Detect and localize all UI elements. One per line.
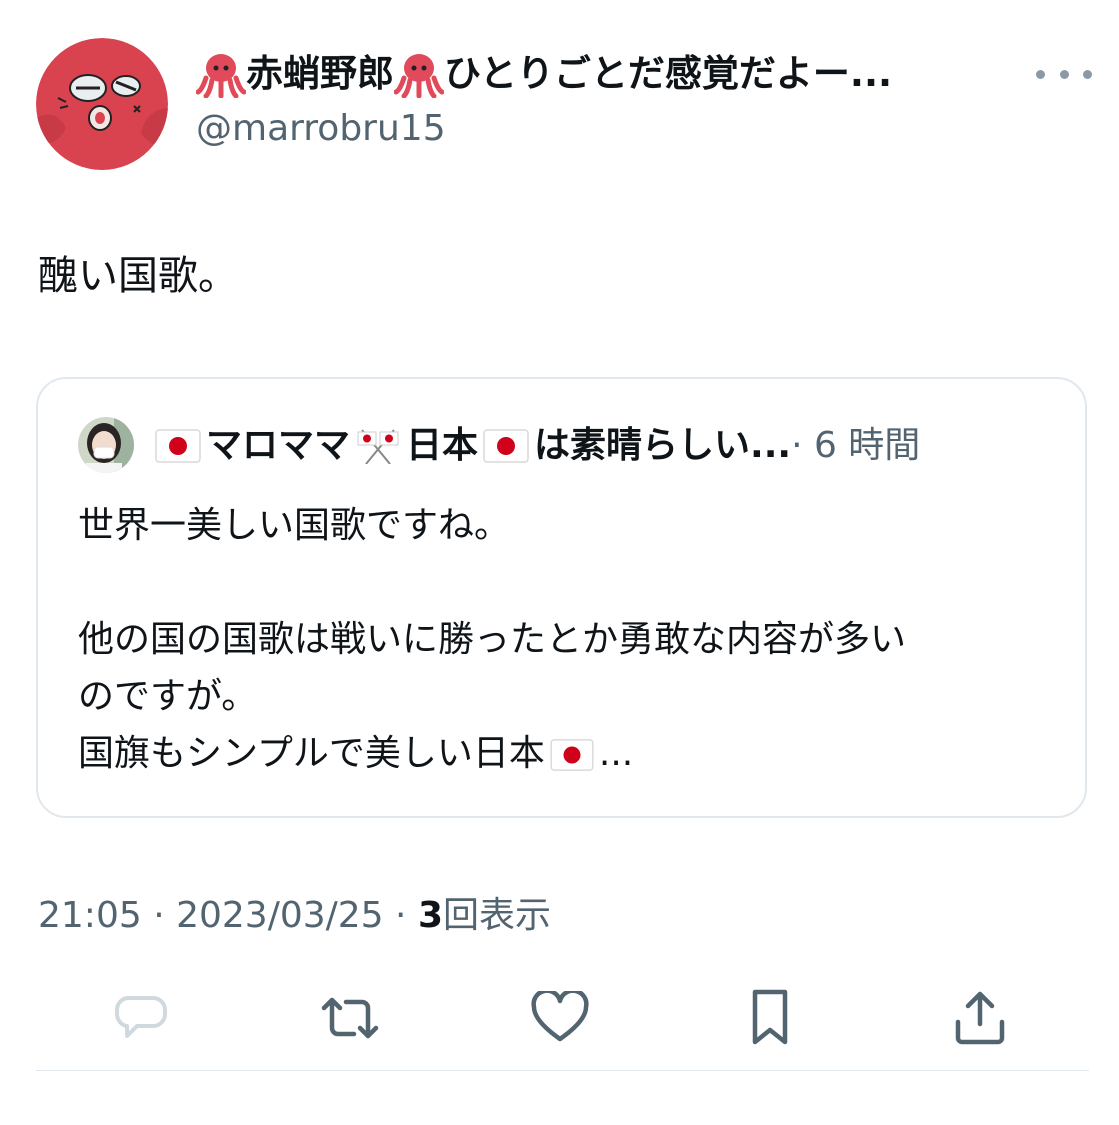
- quoted-text-line: [78, 554, 1068, 611]
- bookmark-icon: [752, 989, 788, 1045]
- japan-flag-icon: [155, 429, 201, 463]
- heart-icon: [531, 991, 589, 1042]
- person-avatar-icon: [78, 417, 134, 473]
- author-handle[interactable]: @marrobru15: [196, 106, 446, 152]
- crossed-flags-icon: [357, 429, 399, 464]
- octopus-emoji-icon: [196, 54, 246, 98]
- views-label: 回表示: [443, 895, 552, 936]
- quoted-name-part2: 日本: [406, 425, 479, 466]
- author-avatar[interactable]: [36, 38, 168, 170]
- reply-button[interactable]: [111, 988, 171, 1048]
- like-button[interactable]: [530, 988, 590, 1048]
- more-dot: [1036, 69, 1045, 79]
- retweet-icon: [321, 997, 379, 1039]
- quoted-name-part3: は素晴らしい...: [534, 425, 792, 466]
- quoted-author-name[interactable]: マロママ 日本 は素晴らしい...: [150, 423, 791, 469]
- share-button[interactable]: [950, 988, 1010, 1048]
- quoted-author-avatar[interactable]: [78, 417, 134, 473]
- quoted-text-line-last: 国旗もシンプルで美しい日本...: [78, 725, 1068, 782]
- quoted-text-line: 他の国の国歌は戦いに勝ったとか勇敢な内容が多い: [78, 619, 907, 660]
- bottom-divider: [36, 1070, 1089, 1071]
- share-icon: [955, 991, 1005, 1045]
- quoted-text-line: 世界一美しい国歌ですね。: [78, 505, 511, 546]
- action-bar: [0, 988, 1119, 1048]
- quoted-text-ellipsis: ...: [598, 733, 634, 774]
- display-name-part1: 赤蛸野郎: [246, 52, 394, 95]
- japan-flag-icon: [550, 739, 594, 771]
- tweet-text: 醜い国歌。: [38, 253, 238, 299]
- more-dot: [1083, 69, 1092, 79]
- quoted-tweet-card[interactable]: マロママ 日本 は素晴らしい... · 6 時間 世界一美しい国歌ですね。 他の…: [36, 377, 1087, 818]
- octopus-emoji-icon: [394, 54, 444, 98]
- bookmark-button[interactable]: [740, 988, 800, 1048]
- japan-flag-icon: [483, 429, 529, 463]
- quoted-text-line: のですが。: [78, 676, 258, 717]
- retweet-button[interactable]: [320, 988, 380, 1048]
- octopus-avatar-icon: [36, 38, 168, 170]
- display-name-part2: ひとりごとだ感覚だよー...: [444, 52, 893, 95]
- quoted-tweet-text: 世界一美しい国歌ですね。 他の国の国歌は戦いに勝ったとか勇敢な内容が多い のです…: [78, 497, 1068, 782]
- author-display-name[interactable]: 赤蛸野郎 ひとりごとだ感覚だよー...: [196, 50, 892, 98]
- quoted-tweet-time[interactable]: · 6 時間: [791, 423, 920, 469]
- quoted-tweet-header: マロママ 日本 は素晴らしい... · 6 時間: [150, 423, 920, 469]
- views-count: 3: [417, 895, 443, 936]
- tweet-time[interactable]: 21:05: [38, 895, 142, 936]
- more-dot: [1059, 69, 1069, 79]
- tweet-date[interactable]: 2023/03/25: [176, 895, 384, 936]
- quoted-text-line: 国旗もシンプルで美しい日本: [78, 733, 545, 774]
- quoted-name-part1: マロママ: [206, 425, 351, 466]
- meta-separator: ·: [141, 895, 177, 936]
- tweet-meta: 21:05 · 2023/03/25 · 3回表示: [38, 892, 551, 940]
- meta-separator: ·: [383, 895, 418, 936]
- more-options-button[interactable]: [1036, 60, 1092, 88]
- reply-icon: [114, 996, 167, 1038]
